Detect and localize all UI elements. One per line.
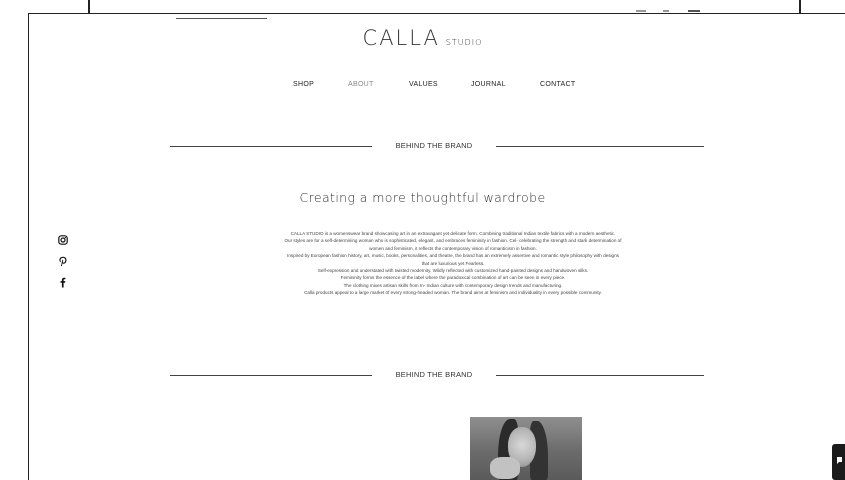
- section-divider-1: BEHIND THE BRAND: [0, 141, 845, 153]
- brand-description: CALLA STUDIO is a womenswear brand showc…: [283, 230, 623, 297]
- frame-edge-right: [799, 0, 801, 14]
- brand-logo[interactable]: CALLA STUDIO: [0, 26, 845, 50]
- brand-name: CALLA: [362, 26, 440, 50]
- nav-journal[interactable]: JOURNAL: [471, 81, 506, 88]
- instagram-icon[interactable]: [58, 235, 68, 245]
- description-paragraph: The clothing mixes artisan skills from I…: [343, 282, 563, 288]
- divider-line-left: [170, 375, 372, 376]
- chat-button[interactable]: [832, 444, 845, 480]
- description-paragraph: Our styles are for a self-determining wo…: [284, 238, 622, 251]
- brand-portrait-image: [470, 417, 582, 480]
- facebook-icon[interactable]: [58, 277, 68, 288]
- divider-line-right: [496, 146, 704, 147]
- description-paragraph: Femininity forms the essence of the labe…: [340, 275, 566, 281]
- description-paragraph: Self-expression and understated with twi…: [317, 268, 589, 274]
- nav-about[interactable]: ABOUT: [348, 81, 374, 88]
- nav-values[interactable]: VALUES: [409, 81, 438, 88]
- frame-top-border: [28, 13, 845, 14]
- nav-shop[interactable]: SHOP: [293, 81, 314, 88]
- section-divider-2: BEHIND THE BRAND: [0, 370, 845, 382]
- pinterest-icon[interactable]: [58, 256, 68, 267]
- description-paragraph: CALLA STUDIO is a womenswear brand showc…: [290, 231, 616, 236]
- brand-suffix: STUDIO: [445, 38, 483, 47]
- divider-line-left: [170, 146, 372, 147]
- description-paragraph: Calla products appeal to a large market …: [304, 290, 602, 296]
- chat-icon: [837, 457, 842, 464]
- section-heading: BEHIND THE BRAND: [395, 141, 473, 150]
- page-headline: Creating a more thoughtful wardrobe: [299, 190, 546, 205]
- header-rule: [176, 18, 267, 19]
- description-paragraph: Inspired by European fashion history, ar…: [287, 253, 619, 266]
- section-heading: BEHIND THE BRAND: [395, 370, 473, 379]
- header-icons: [636, 10, 706, 16]
- main-nav: SHOP ABOUT VALUES JOURNAL CONTACT: [0, 81, 845, 93]
- nav-contact[interactable]: CONTACT: [540, 81, 575, 88]
- frame-edge-left: [88, 0, 90, 14]
- divider-line-right: [496, 375, 704, 376]
